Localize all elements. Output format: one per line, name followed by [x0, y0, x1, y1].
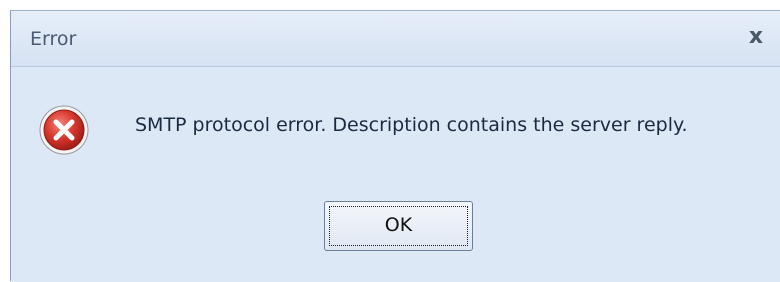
error-message: SMTP protocol error. Description contain… [135, 114, 688, 136]
ok-button[interactable]: OK [324, 201, 473, 251]
background-window [0, 0, 780, 10]
close-button[interactable]: x [744, 25, 768, 49]
ok-button-label: OK [384, 214, 413, 236]
error-dialog: Error x SMTP protocol error. Description… [10, 10, 780, 282]
error-icon [39, 105, 89, 155]
dialog-title: Error [30, 28, 77, 50]
dialog-body: SMTP protocol error. Description contain… [11, 67, 780, 282]
dialog-titlebar: Error x [11, 11, 780, 67]
